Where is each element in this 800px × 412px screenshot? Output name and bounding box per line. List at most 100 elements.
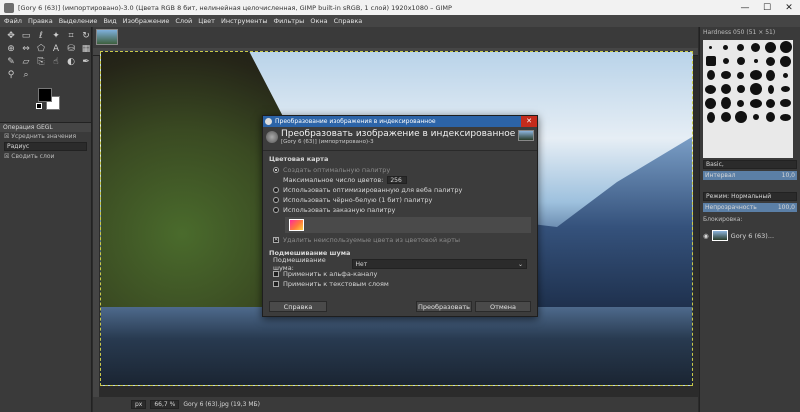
brush-preset[interactable] (748, 54, 763, 68)
brush-preset[interactable] (703, 82, 718, 96)
brush-preset[interactable] (703, 68, 718, 82)
menu-help[interactable]: Справка (334, 17, 363, 25)
radio-bw-indicator[interactable] (273, 197, 279, 203)
remove-unused-check-indicator[interactable]: ✕ (273, 237, 279, 243)
gradient-tool-icon[interactable]: ▦ (79, 43, 93, 55)
maximize-button[interactable]: ☐ (756, 3, 778, 13)
radio-optimal-palette[interactable]: Создать оптимальную палитру (263, 165, 537, 175)
zoom-tool-icon[interactable]: ⌕ (19, 69, 33, 81)
menu-file[interactable]: Файл (4, 17, 22, 25)
brush-preset[interactable] (763, 68, 778, 82)
brush-preset[interactable] (778, 68, 793, 82)
radio-custom-palette[interactable]: Использовать заказную палитру (263, 205, 537, 215)
paintbrush-tool-icon[interactable]: ✎ (4, 56, 18, 68)
menu-edit[interactable]: Правка (28, 17, 53, 25)
brush-preset[interactable] (718, 96, 733, 110)
foreground-color-swatch[interactable] (38, 88, 52, 102)
brush-preset[interactable] (733, 54, 748, 68)
cancel-button[interactable]: Отмена (475, 301, 531, 312)
remove-unused-checkbox[interactable]: ✕ Удалить неиспользуемые цвета из цветов… (263, 235, 537, 245)
brush-tag-field[interactable]: Basic, (703, 160, 797, 169)
brush-preset[interactable] (733, 110, 748, 124)
brush-preset[interactable] (718, 110, 733, 124)
brush-preset[interactable] (763, 54, 778, 68)
dither-select[interactable]: Нет ⌄ (351, 259, 527, 269)
radio-optimal-indicator[interactable] (273, 167, 279, 173)
brush-preset[interactable] (733, 82, 748, 96)
brush-preset[interactable] (703, 54, 718, 68)
brush-preset[interactable] (718, 82, 733, 96)
brush-preset[interactable] (748, 96, 763, 110)
cage-tool-icon[interactable]: ⬠ (34, 43, 48, 55)
brush-preset[interactable] (748, 40, 763, 54)
brush-preset[interactable] (763, 40, 778, 54)
dither-text-checkbox[interactable]: Применить к текстовым слоям (263, 279, 537, 289)
color-picker-tool-icon[interactable]: ⚲ (4, 69, 18, 81)
brush-preset[interactable] (733, 96, 748, 110)
brush-preset[interactable] (763, 82, 778, 96)
warp-tool-icon[interactable]: ⊕ (4, 43, 18, 55)
convert-button[interactable]: Преобразовать (416, 301, 472, 312)
menu-view[interactable]: Вид (103, 17, 116, 25)
text-tool-icon[interactable]: A (49, 43, 63, 55)
opacity-slider[interactable]: Непрозрачность 100,0 (703, 203, 797, 212)
gegl-merge-option[interactable]: ☒ Сводить слои (0, 152, 91, 161)
brush-grid[interactable] (703, 40, 793, 158)
help-button[interactable]: Справка (269, 301, 327, 312)
brush-preset[interactable] (763, 110, 778, 124)
brush-preset[interactable] (778, 110, 793, 124)
layer-mode-select[interactable]: Режим: Нормальный (703, 192, 797, 201)
close-window-button[interactable]: ✕ (778, 3, 800, 13)
crop-tool-icon[interactable]: ⌗ (64, 30, 78, 42)
dither-alpha-checkbox[interactable]: Применить к альфа-каналу (263, 269, 537, 279)
menu-windows[interactable]: Окна (310, 17, 327, 25)
move-tool-icon[interactable]: ✥ (4, 30, 18, 42)
dither-text-check-indicator[interactable] (273, 281, 279, 287)
brush-preset[interactable] (718, 40, 733, 54)
brush-preset[interactable] (748, 110, 763, 124)
unit-select[interactable]: px (131, 400, 147, 409)
zoom-select[interactable]: 66,7 % (150, 400, 180, 409)
clone-tool-icon[interactable]: ⎘ (34, 56, 48, 68)
brush-preset[interactable] (703, 40, 718, 54)
brush-preset[interactable] (733, 40, 748, 54)
fuzzy-select-tool-icon[interactable]: ✦ (49, 30, 63, 42)
rotate-tool-icon[interactable]: ↻ (79, 30, 93, 42)
palette-swatch[interactable] (289, 219, 304, 231)
radio-web-palette[interactable]: Использовать оптимизированную для веба п… (263, 185, 537, 195)
dialog-close-icon[interactable]: ✕ (521, 116, 537, 127)
brush-preset[interactable] (763, 96, 778, 110)
flip-tool-icon[interactable]: ⇔ (19, 43, 33, 55)
layer-row[interactable]: ◉ Gory 6 (63)... (703, 229, 797, 242)
brush-preset[interactable] (748, 68, 763, 82)
brush-preset[interactable] (703, 110, 718, 124)
max-colors-spinner[interactable]: 256 (387, 176, 408, 184)
menu-image[interactable]: Изображение (123, 17, 170, 25)
brush-preset[interactable] (718, 54, 733, 68)
menu-layer[interactable]: Слой (175, 17, 192, 25)
brush-preset[interactable] (778, 96, 793, 110)
bucket-tool-icon[interactable]: ⛁ (64, 43, 78, 55)
brush-preset[interactable] (778, 54, 793, 68)
menu-filters[interactable]: Фильтры (273, 17, 304, 25)
brush-preset[interactable] (778, 40, 793, 54)
brush-preset[interactable] (718, 68, 733, 82)
eraser-tool-icon[interactable]: ▱ (19, 56, 33, 68)
smudge-tool-icon[interactable]: ☝ (49, 56, 63, 68)
brush-preset[interactable] (703, 96, 718, 110)
gegl-radius-field[interactable]: Радиус (4, 142, 87, 151)
paths-tool-icon[interactable]: ✒ (79, 56, 93, 68)
gegl-panel-tab[interactable]: Операция GEGL (0, 122, 91, 132)
radio-web-indicator[interactable] (273, 187, 279, 193)
rect-select-tool-icon[interactable]: ▭ (19, 30, 33, 42)
menu-tools[interactable]: Инструменты (221, 17, 268, 25)
dither-alpha-check-indicator[interactable] (273, 271, 279, 277)
dodge-tool-icon[interactable]: ◐ (64, 56, 78, 68)
default-colors-icon[interactable] (36, 103, 42, 109)
menu-select[interactable]: Выделение (59, 17, 98, 25)
brush-preset[interactable] (733, 68, 748, 82)
brush-preset[interactable] (748, 82, 763, 96)
lasso-tool-icon[interactable]: ℓ (34, 30, 48, 42)
menu-colors[interactable]: Цвет (198, 17, 215, 25)
gegl-option[interactable]: ☒ Усреднить значения (0, 132, 91, 141)
